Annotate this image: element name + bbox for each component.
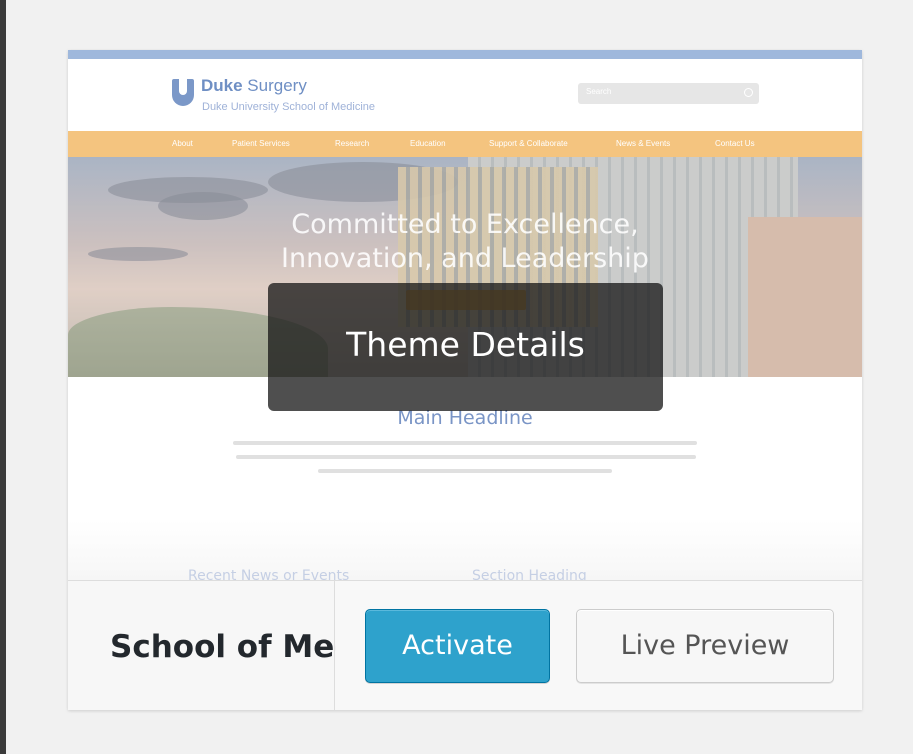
live-preview-button[interactable]: Live Preview — [576, 609, 834, 683]
preview-search-box: Search — [578, 83, 759, 104]
theme-details-label: Theme Details — [346, 325, 585, 364]
preview-nav-item: Contact Us — [715, 139, 755, 148]
preview-nav-item: Support & Collaborate — [489, 139, 568, 148]
preview-logo-subtitle: Duke University School of Medicine — [202, 101, 376, 113]
preview-body-text-line — [318, 469, 612, 473]
window-edge — [0, 0, 6, 754]
search-icon — [744, 88, 753, 97]
preview-body-text-line — [233, 441, 697, 445]
preview-hero-title-line: Committed to Excellence, — [291, 209, 639, 240]
preview-recent-heading: Recent News or Events — [188, 568, 350, 580]
preview-section-heading: Section Heading — [472, 568, 587, 580]
preview-nav-item: Education — [410, 139, 446, 148]
preview-nav-bar: About Patient Services Research Educatio… — [68, 131, 862, 157]
preview-header: Duke Surgery Duke University School of M… — [68, 59, 862, 131]
preview-nav-item: About — [172, 139, 193, 148]
theme-screenshot[interactable]: Duke Surgery Duke University School of M… — [68, 50, 862, 580]
activate-button[interactable]: Activate — [365, 609, 550, 683]
preview-top-bar — [68, 50, 862, 59]
preview-nav-item: Research — [335, 139, 370, 148]
theme-card[interactable]: Duke Surgery Duke University School of M… — [68, 50, 862, 710]
preview-nav-item: Patient Services — [232, 139, 290, 148]
theme-card-footer: School of Medicine Activate Live Preview — [68, 580, 862, 710]
theme-details-overlay[interactable]: Theme Details — [268, 283, 663, 411]
preview-logo-title: Duke Surgery — [201, 76, 307, 95]
duke-logo-icon — [172, 79, 194, 106]
preview-body-text-line — [236, 455, 696, 459]
preview-search-placeholder: Search — [586, 87, 612, 96]
theme-actions: Activate Live Preview — [334, 581, 862, 710]
preview-nav-item: News & Events — [616, 139, 671, 148]
preview-hero-title-line: Innovation, and Leadership — [281, 243, 649, 274]
theme-name: School of Medicine — [110, 629, 336, 665]
